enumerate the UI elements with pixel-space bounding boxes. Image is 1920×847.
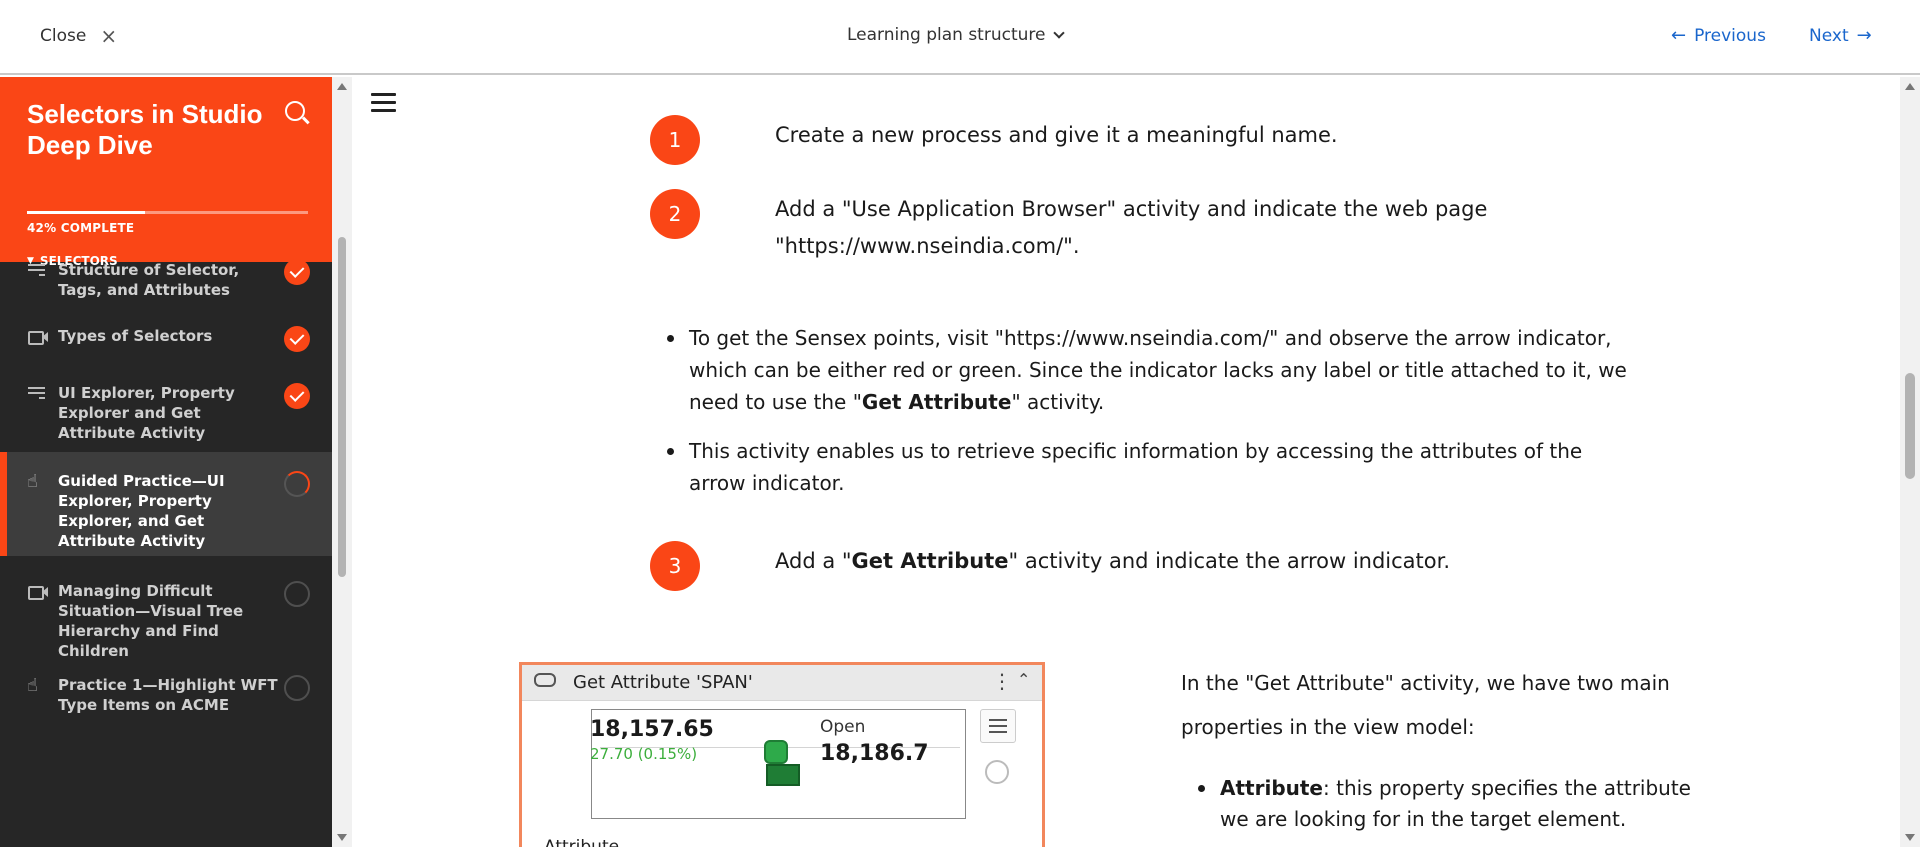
step-text-line: Add a "Use Application Browser" activity… [775, 197, 1488, 221]
list-item: To get the Sensex points, visit "https:/… [667, 322, 1627, 418]
sidebar-item-structure-of-selector[interactable]: Structure of Selector, Tags, and Attribu… [0, 257, 332, 315]
target-icon [985, 760, 1009, 784]
complete-check-icon [284, 383, 310, 409]
sidebar-item-practice-1[interactable]: ☝ Practice 1—Highlight WFT Type Items on… [0, 665, 332, 735]
course-header: Selectors in Studio Deep Dive 42% COMPLE… [0, 77, 332, 262]
attribute-label: Attribute [544, 837, 620, 847]
step-text-line: "https://www.nseindia.com/". [775, 234, 1080, 258]
next-button[interactable]: Next → [1809, 25, 1872, 46]
search-icon[interactable] [285, 101, 305, 121]
menu-icon[interactable] [371, 93, 396, 112]
sidebar-item-managing-difficult-situation[interactable]: Managing Difficult Situation—Visual Tree… [0, 571, 332, 660]
sidebar-scrollbar[interactable] [332, 77, 352, 847]
more-options-icon: ⋮ [992, 669, 1012, 693]
step-text: Add a "Use Application Browser" activity… [775, 191, 1487, 265]
sidebar-item-label: Practice 1—Highlight WFT Type Items on A… [58, 676, 278, 714]
target-indicator-icon [764, 740, 800, 786]
arrow-left-icon: ← [1671, 25, 1687, 46]
close-label: Close [40, 26, 87, 46]
sidebar-scroll-thumb[interactable] [338, 237, 346, 577]
price-change: 27.70 (0.15%) [590, 745, 698, 763]
get-attribute-activity-screenshot: Get Attribute 'SPAN' ⋮ ⌃ 18,157.65 27.70… [519, 662, 1045, 847]
not-started-icon [284, 675, 310, 701]
lesson-lines-icon [27, 384, 49, 404]
progress-bar [27, 211, 308, 214]
sidebar-item-ui-explorer[interactable]: UI Explorer, Property Explorer and Get A… [0, 380, 332, 442]
scroll-up-arrow-icon[interactable] [337, 83, 347, 90]
content-scroll-thumb[interactable] [1905, 373, 1915, 479]
list-item: Attribute: this property specifies the a… [1198, 773, 1718, 835]
sidebar-item-types-of-selectors[interactable]: Types of Selectors [0, 324, 332, 368]
open-label: Open [820, 717, 866, 737]
complete-check-icon [284, 326, 310, 352]
side-paragraph: In the "Get Attribute" activity, we have… [1181, 671, 1670, 739]
explanation-bullets: To get the Sensex points, visit "https:/… [667, 322, 1627, 516]
sidebar-item-label: Managing Difficult Situation—Visual Tree… [58, 582, 244, 660]
step-text: Create a new process and give it a meani… [775, 123, 1338, 147]
content-scrollbar[interactable] [1900, 77, 1920, 847]
plan-title-label: Learning plan structure [847, 25, 1046, 45]
list-item: This activity enables us to retrieve spe… [667, 435, 1627, 499]
previous-label: Previous [1694, 25, 1766, 46]
scroll-up-arrow-icon[interactable] [1905, 83, 1915, 90]
arrow-right-icon: → [1856, 25, 1872, 46]
progress-fill [27, 211, 146, 214]
scroll-down-arrow-icon[interactable] [1905, 834, 1915, 841]
open-value: 18,186.7 [820, 741, 929, 766]
hand-pointer-icon: ☝ [27, 675, 38, 696]
chevron-down-icon [1053, 27, 1066, 39]
step-number: 1 [650, 115, 700, 165]
progress-text: 42% COMPLETE [27, 221, 135, 235]
collapse-icon: ⌃ [1017, 670, 1031, 689]
video-icon [27, 327, 49, 347]
next-label: Next [1809, 25, 1849, 46]
hamburger-menu-icon [980, 709, 1016, 743]
course-sidebar: Selectors in Studio Deep Dive 42% COMPLE… [0, 77, 332, 847]
sidebar-item-label: Structure of Selector, Tags, and Attribu… [58, 261, 240, 299]
lesson-lines-icon [27, 261, 49, 281]
course-title: Selectors in Studio Deep Dive [27, 99, 263, 160]
in-progress-icon [284, 471, 310, 497]
scroll-down-arrow-icon[interactable] [337, 834, 347, 841]
learning-plan-dropdown[interactable]: Learning plan structure [847, 25, 1066, 45]
activity-icon [534, 673, 556, 687]
step-number: 2 [650, 189, 700, 239]
video-icon [27, 582, 49, 602]
previous-button[interactable]: ← Previous [1671, 25, 1766, 46]
sidebar-item-guided-practice[interactable]: ☝ Guided Practice—UI Explorer, Property … [0, 452, 332, 556]
close-icon: × [100, 24, 118, 48]
activity-title: Get Attribute 'SPAN' [573, 672, 753, 693]
hand-pointer-icon: ☝ [27, 471, 38, 492]
top-bar: Close × Learning plan structure ← Previo… [0, 0, 1920, 75]
close-button[interactable]: Close × [40, 24, 117, 48]
lesson-content: 1 Create a new process and give it a mea… [352, 77, 1900, 847]
side-bullets: Attribute: this property specifies the a… [1198, 773, 1718, 835]
sidebar-item-label: Guided Practice—UI Explorer, Property Ex… [58, 472, 225, 550]
step-number: 3 [650, 541, 700, 591]
step-text: Add a "Get Attribute" activity and indic… [775, 549, 1451, 573]
complete-check-icon [284, 259, 310, 285]
activity-header: Get Attribute 'SPAN' ⋮ ⌃ [522, 665, 1042, 701]
sidebar-item-label: Types of Selectors [58, 327, 213, 345]
sidebar-item-label: UI Explorer, Property Explorer and Get A… [58, 384, 235, 442]
not-started-icon [284, 581, 310, 607]
price-value: 18,157.65 [590, 717, 714, 742]
